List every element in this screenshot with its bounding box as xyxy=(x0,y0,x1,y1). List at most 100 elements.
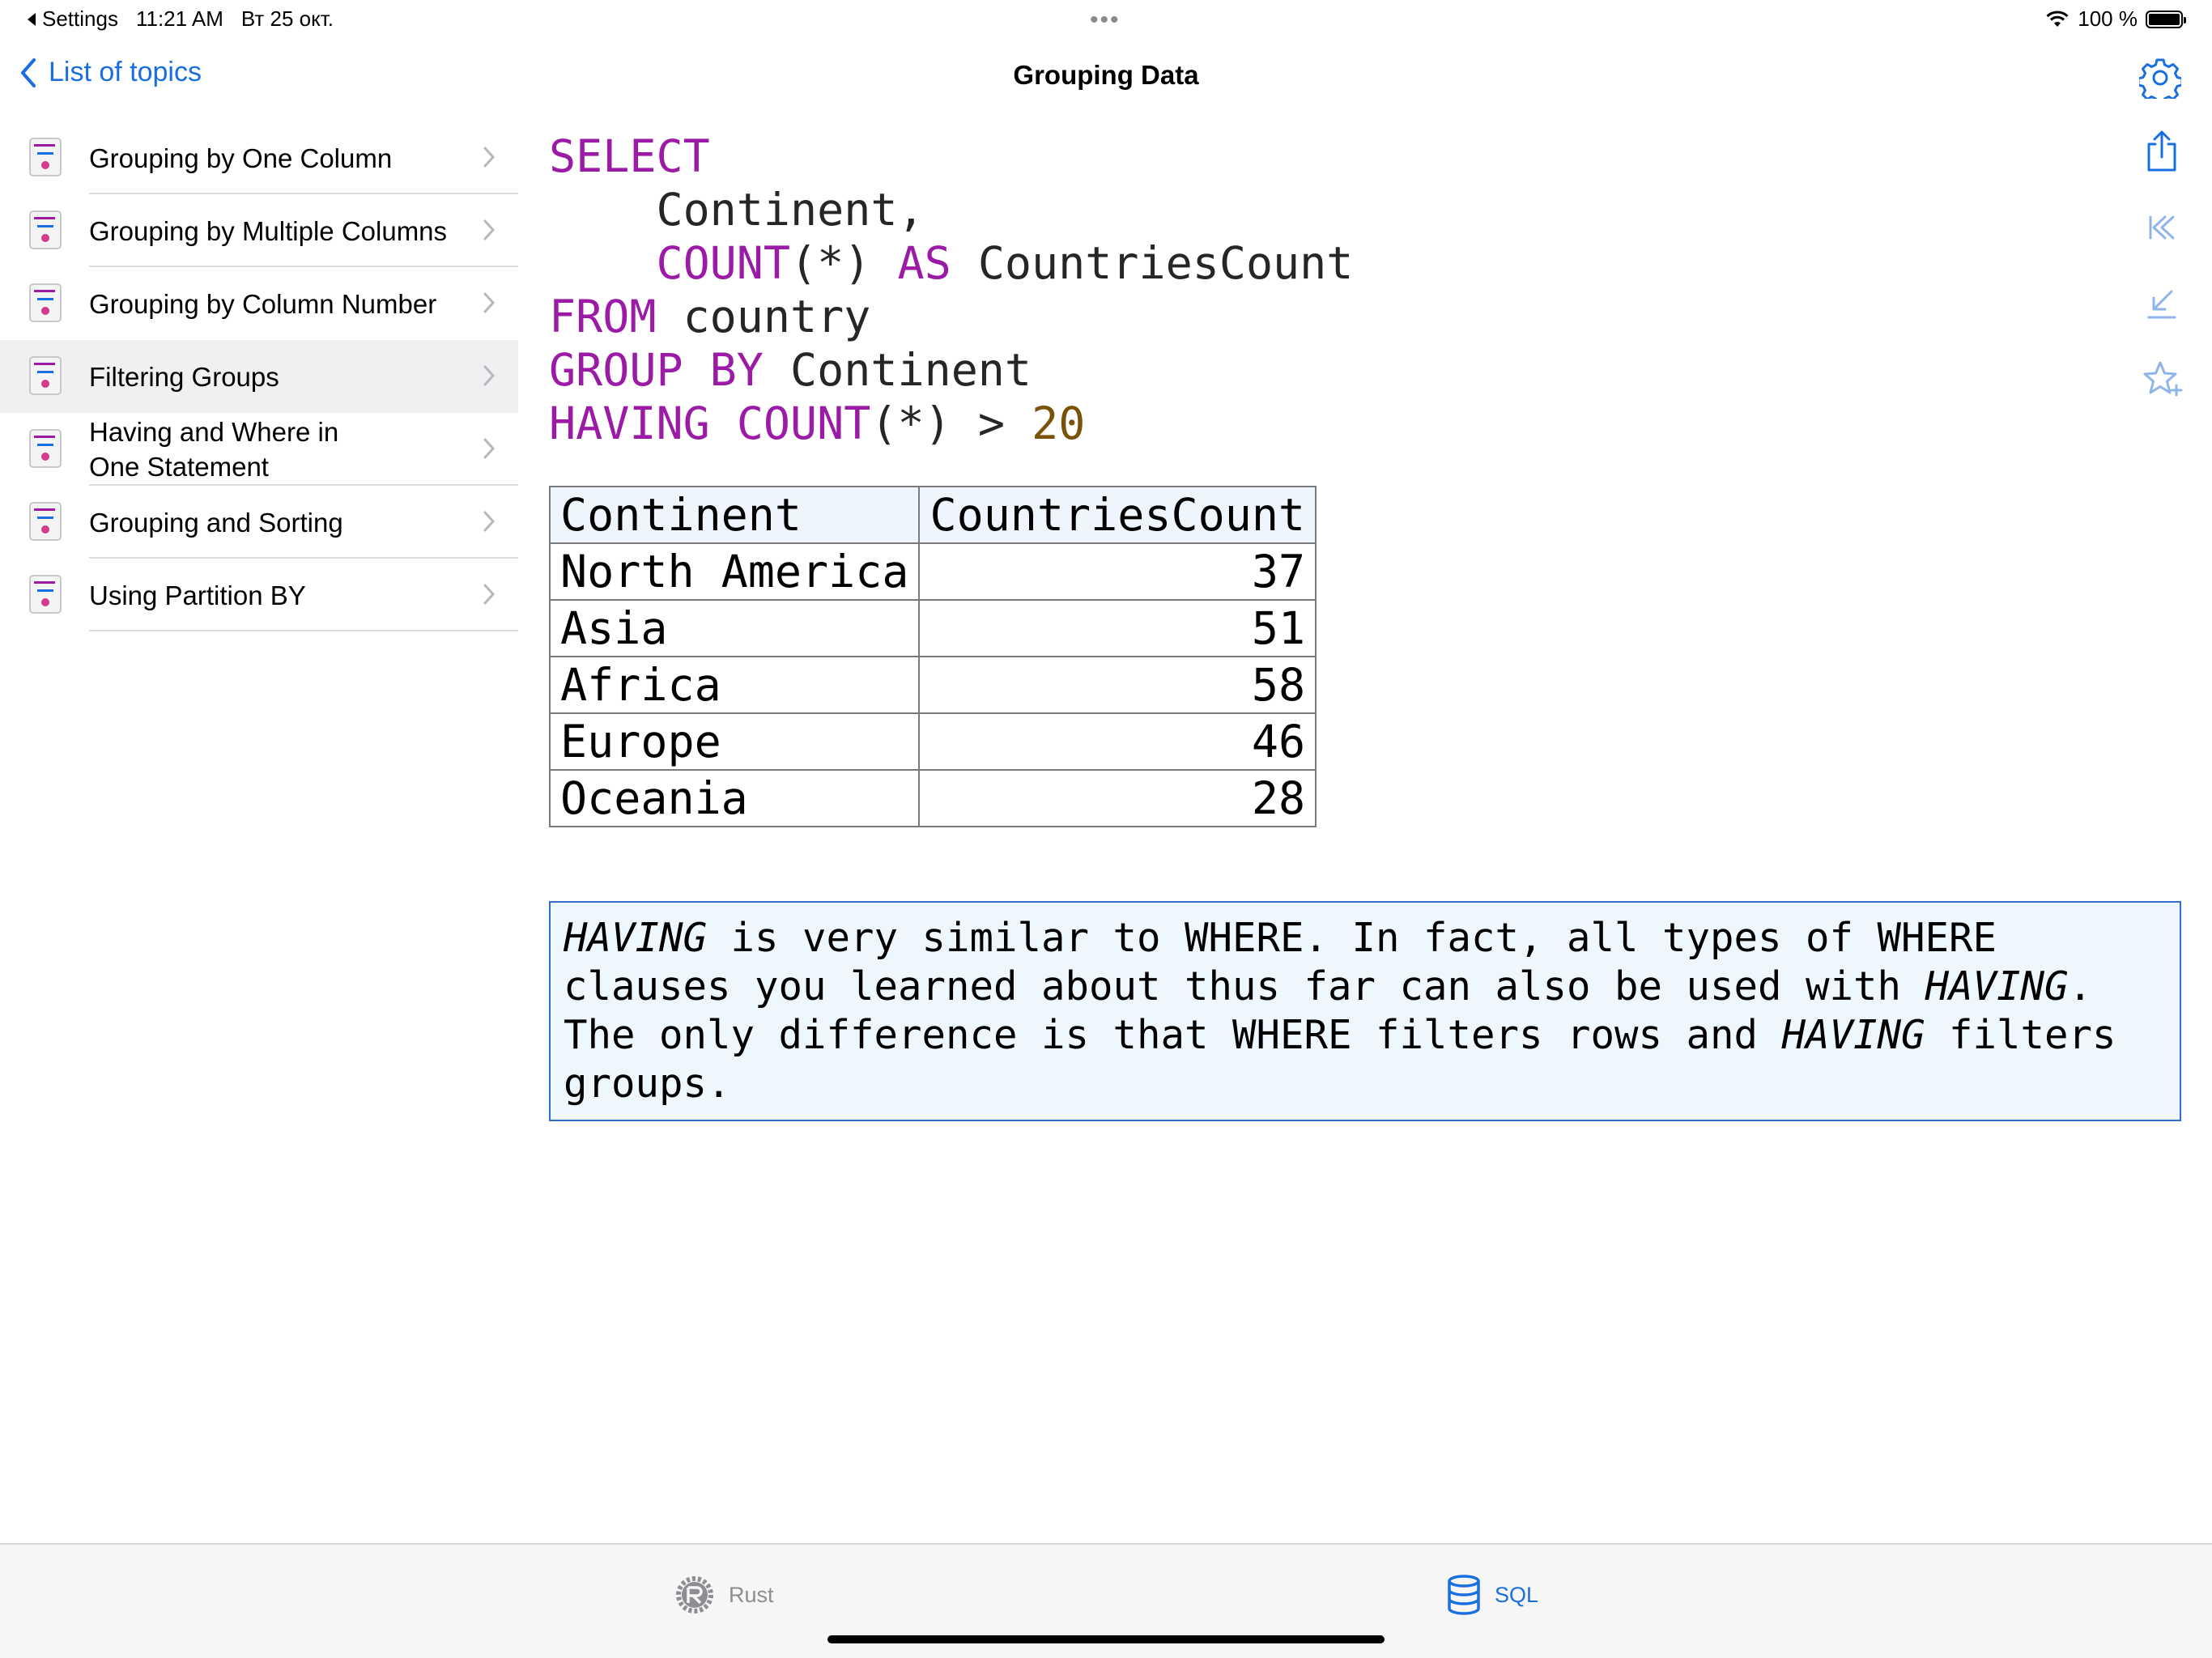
code-text: country xyxy=(656,291,871,342)
cell-count: 46 xyxy=(918,712,1317,771)
chevron-right-icon xyxy=(483,219,496,240)
cell-count: 28 xyxy=(918,769,1317,827)
status-bar: Settings 11:21 AM Вт 25 окт. ••• 100 % xyxy=(0,0,2212,39)
status-right: 100 % xyxy=(2045,6,2186,32)
cell-continent: Oceania xyxy=(548,769,921,827)
tab-label: SQL xyxy=(1495,1582,1539,1607)
column-header-continent: Continent xyxy=(548,486,921,544)
code-keyword: AS xyxy=(897,237,951,289)
table-row: Africa 58 xyxy=(548,656,1317,714)
topic-label: Grouping and Sorting xyxy=(89,507,343,538)
cell-continent: Asia xyxy=(548,599,921,657)
page-title: Grouping Data xyxy=(1013,60,1199,90)
cell-count: 58 xyxy=(918,656,1317,714)
chevron-right-icon xyxy=(483,292,496,313)
func-code-icon xyxy=(29,429,62,468)
table-row: Europe 46 xyxy=(548,712,1317,771)
star-plus-icon xyxy=(2143,361,2183,397)
side-toolbar xyxy=(2141,130,2183,402)
chevron-right-icon xyxy=(483,511,496,532)
note-emphasis: HAVING xyxy=(564,915,708,961)
func-code-icon xyxy=(29,283,62,322)
topic-using-partition-by[interactable]: Using Partition BY xyxy=(0,559,518,631)
topic-grouping-by-multiple-columns[interactable]: Grouping by Multiple Columns xyxy=(0,194,518,267)
tab-label: Rust xyxy=(729,1582,774,1607)
query-result-table: Continent CountriesCount North America 3… xyxy=(548,486,1317,827)
topic-label-line1: Having and Where in xyxy=(89,417,339,447)
column-header-countries-count: CountriesCount xyxy=(918,486,1317,544)
code-text: (*) > xyxy=(870,397,1032,449)
code-text: CountriesCount xyxy=(951,237,1354,289)
wifi-icon xyxy=(2046,10,2069,27)
go-to-first-button[interactable] xyxy=(2141,206,2183,249)
cell-count: 37 xyxy=(918,542,1317,601)
chevron-right-icon xyxy=(483,438,496,459)
topic-grouping-by-column-number[interactable]: Grouping by Column Number xyxy=(0,267,518,340)
topic-label: Grouping by One Column xyxy=(89,142,393,173)
back-to-app-button[interactable]: Settings xyxy=(26,6,118,32)
battery-icon xyxy=(2146,10,2186,28)
func-code-icon xyxy=(29,210,62,249)
status-time: 11:21 AM xyxy=(135,6,223,31)
back-triangle-icon xyxy=(28,12,36,26)
share-icon xyxy=(2147,130,2176,172)
topic-label-line2: One Statement xyxy=(89,452,269,482)
database-icon xyxy=(1448,1575,1480,1615)
add-favorite-button[interactable] xyxy=(2141,358,2183,402)
topic-having-and-where[interactable]: Having and Where in One Statement xyxy=(0,413,518,486)
explanation-note: HAVING is very similar to WHERE. In fact… xyxy=(549,901,2181,1121)
cell-continent: Africa xyxy=(548,656,921,714)
table-row: Oceania 28 xyxy=(548,769,1317,827)
rust-icon xyxy=(676,1576,713,1613)
note-emphasis: HAVING xyxy=(1781,1012,1925,1058)
note-text: is very similar to WHERE. In fact, all t… xyxy=(564,915,1997,1010)
status-left: Settings 11:21 AM Вт 25 окт. xyxy=(26,6,334,32)
code-number: 20 xyxy=(1032,397,1086,449)
chevron-right-icon xyxy=(483,365,496,386)
func-code-icon xyxy=(29,138,62,176)
topic-label: Grouping by Multiple Columns xyxy=(89,215,448,246)
code-keyword: COUNT xyxy=(736,397,871,449)
topic-label: Having and Where in One Statement xyxy=(89,414,338,484)
cell-continent: Europe xyxy=(548,712,921,771)
code-keyword: HAVING xyxy=(549,397,710,449)
cell-count: 51 xyxy=(918,599,1317,657)
note-emphasis: HAVING xyxy=(1925,963,2069,1010)
topic-grouping-and-sorting[interactable]: Grouping and Sorting xyxy=(0,486,518,559)
back-app-label: Settings xyxy=(42,6,118,31)
battery-percent: 100 % xyxy=(2078,6,2138,31)
tab-sql[interactable]: SQL xyxy=(1446,1574,1538,1616)
func-code-icon xyxy=(29,502,62,541)
table-header-row: Continent CountriesCount xyxy=(548,486,1317,544)
share-button[interactable] xyxy=(2141,130,2183,173)
code-text: Continent, xyxy=(549,184,925,236)
topic-filtering-groups[interactable]: Filtering Groups xyxy=(0,340,518,413)
skip-to-start-icon xyxy=(2149,215,2175,240)
tab-rust[interactable]: Rust xyxy=(674,1574,774,1616)
multitasking-dots-icon[interactable]: ••• xyxy=(1090,6,1121,34)
chevron-right-icon xyxy=(483,147,496,168)
status-date: Вт 25 окт. xyxy=(240,6,334,31)
gear-icon xyxy=(2137,58,2184,105)
collapse-button[interactable] xyxy=(2141,282,2183,325)
code-keyword: FROM xyxy=(549,291,657,342)
chevron-right-icon xyxy=(483,584,496,605)
table-row: Asia 51 xyxy=(548,599,1317,657)
func-code-icon xyxy=(29,356,62,395)
row-separator xyxy=(89,630,518,631)
topic-label: Filtering Groups xyxy=(89,361,279,392)
home-indicator[interactable] xyxy=(827,1635,1385,1643)
arrow-down-left-icon xyxy=(2147,290,2176,319)
code-text: Continent xyxy=(763,344,1032,396)
code-keyword: SELECT xyxy=(549,130,710,182)
settings-button[interactable] xyxy=(2137,57,2184,105)
topic-grouping-by-one-column[interactable]: Grouping by One Column xyxy=(0,121,518,194)
code-keyword: GROUP BY xyxy=(549,344,764,396)
topics-sidebar: Grouping by One Column Grouping by Multi… xyxy=(0,121,518,631)
table-row: North America 37 xyxy=(548,542,1317,601)
topic-label: Using Partition BY xyxy=(89,580,306,610)
topic-label: Grouping by Column Number xyxy=(89,288,437,319)
code-text: (*) xyxy=(790,237,898,289)
code-keyword: COUNT xyxy=(549,237,791,289)
